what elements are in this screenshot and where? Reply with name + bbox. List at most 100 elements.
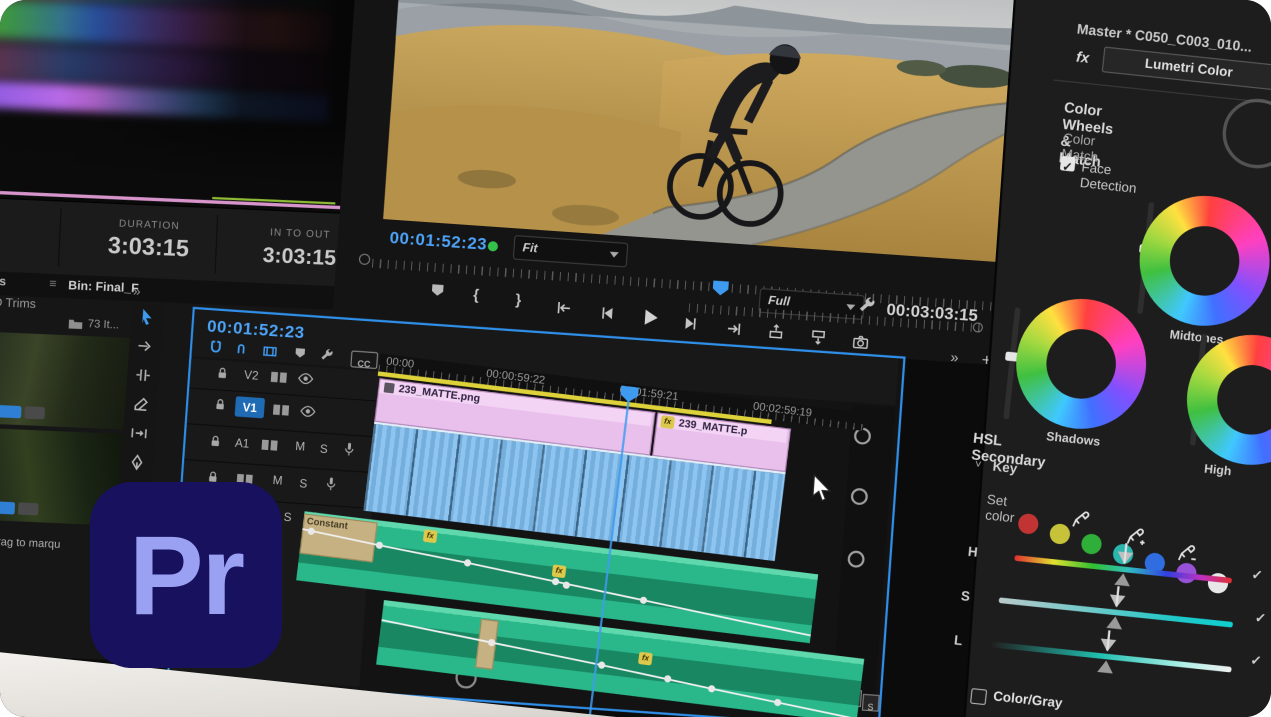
effect-name: Lumetri Color [1144, 55, 1233, 80]
track-label-v2[interactable]: V2 [244, 369, 259, 383]
folder-icon [67, 317, 83, 330]
zoom-level-value: Full [768, 294, 791, 309]
selection-tool-icon[interactable] [138, 307, 157, 326]
settings-wrench-icon[interactable] [857, 295, 877, 315]
fit-dropdown[interactable]: Fit [513, 235, 629, 268]
premiere-screenshot-frame: 178 153 128 102 76 51 26 MASTER 23 DURAT… [0, 0, 1271, 717]
snap-icon[interactable] [207, 339, 224, 356]
record-indicator [488, 241, 499, 252]
key-label[interactable]: Key [992, 458, 1018, 476]
chevron-down-icon[interactable]: ˅ [974, 459, 982, 472]
slip-tool-icon[interactable] [130, 424, 149, 443]
clip-thumbnail[interactable] [0, 332, 134, 430]
usage-badge [0, 501, 15, 514]
tab-overflow[interactable]: » [133, 283, 141, 299]
linked-selection-icon[interactable] [234, 341, 251, 358]
mute-button[interactable]: M [272, 474, 283, 488]
mark-in-icon[interactable]: { [473, 286, 480, 303]
checkmark-icon: ✓ [1250, 652, 1263, 669]
ruler-knob-icon[interactable] [359, 253, 371, 265]
marker-icon[interactable] [292, 345, 308, 361]
luma-slider-handle[interactable] [1096, 638, 1117, 673]
cc-badge[interactable]: CC [350, 350, 378, 369]
mute-button[interactable]: M [295, 440, 306, 454]
matte-icon [384, 382, 395, 393]
saturation-slider-handle[interactable] [1105, 594, 1126, 629]
premiere-pro-logo-text: Pr [129, 511, 243, 640]
color-gray-checkbox[interactable] [970, 688, 987, 705]
solo-button[interactable]: S [299, 477, 308, 491]
pen-tool-icon[interactable] [127, 453, 146, 472]
hue-slider-handle[interactable] [1113, 551, 1134, 586]
divider [58, 208, 62, 266]
export-frame-icon[interactable] [851, 333, 870, 352]
luma-label: L [953, 632, 963, 648]
lock-icon[interactable] [215, 366, 231, 382]
wrench-icon[interactable] [319, 347, 335, 363]
track-label-a1[interactable]: A1 [234, 437, 249, 451]
program-video-preview[interactable] [383, 0, 1048, 264]
premiere-pro-logo: Pr [90, 482, 282, 668]
marker-icon[interactable] [428, 281, 447, 300]
timeline-tracks-area: 00:00 00:00:59:22 00:01:59:21 00:02:59:1… [339, 354, 869, 717]
set-color-label: Set color [985, 491, 1017, 525]
chevron-down-icon [609, 251, 618, 257]
step-back-icon[interactable] [597, 304, 616, 323]
razor-tool-icon[interactable] [132, 395, 151, 414]
fx-badge[interactable]: fx [660, 415, 675, 429]
eye-icon[interactable] [300, 404, 317, 419]
mark-out-icon[interactable]: } [515, 291, 522, 308]
lock-icon[interactable] [212, 397, 228, 413]
fx-symbol: fx [1075, 48, 1090, 66]
panel-overflow[interactable]: » [950, 349, 959, 366]
usage-badge [0, 405, 22, 418]
codec-badge [18, 502, 39, 515]
fit-dropdown-value: Fit [522, 241, 538, 255]
item-count: 73 It... [88, 318, 120, 332]
extract-icon[interactable] [809, 327, 828, 346]
duration-value: 3:03:15 [75, 231, 222, 264]
nested-sequence-icon[interactable] [261, 343, 279, 360]
tab-trims[interactable]: Trims [0, 274, 6, 289]
go-to-out-icon[interactable] [724, 319, 743, 338]
track-badge-v1[interactable]: V1 [235, 396, 265, 418]
eyedropper-icon[interactable] [1069, 507, 1094, 532]
track-select-tool-icon[interactable] [136, 337, 155, 356]
duration-label: DURATION [76, 216, 222, 234]
eye-icon[interactable] [297, 371, 314, 386]
track-label-v1: V1 [242, 401, 257, 415]
panel-menu-icon[interactable]: ≡ [49, 277, 57, 291]
mic-icon[interactable] [324, 475, 339, 493]
step-forward-icon[interactable] [682, 314, 701, 333]
chevron-down-icon [846, 304, 855, 310]
checkmark-icon: ✓ [1062, 160, 1074, 174]
program-timecode[interactable]: 00:01:52:23 [389, 229, 488, 255]
program-monitor-panel: 00:01:52:23 Fit { } Full 00:03:03:15 » [332, 0, 1035, 366]
ruler-knob-icon[interactable] [972, 322, 983, 333]
solo-button[interactable]: S [283, 511, 292, 525]
mic-icon[interactable] [342, 441, 357, 459]
source-patch-icon[interactable] [271, 371, 288, 384]
program-playhead-icon[interactable] [712, 280, 729, 296]
ripple-edit-tool-icon[interactable] [134, 366, 153, 385]
face-detection-checkbox[interactable]: ✓ [1060, 156, 1076, 172]
mouse-cursor-icon [810, 474, 837, 505]
lumetri-scopes-panel [0, 0, 374, 213]
play-icon[interactable] [639, 307, 661, 329]
lock-icon[interactable] [208, 434, 224, 450]
face-detection-label: Face Detection [1079, 159, 1139, 196]
hue-label: H [967, 544, 978, 561]
checkmark-icon: ✓ [1254, 610, 1267, 627]
lift-icon[interactable] [766, 322, 785, 341]
eyedropper-remove-icon[interactable] [1175, 541, 1200, 566]
cc-label: CC [357, 359, 371, 370]
saturation-label: S [960, 588, 971, 605]
source-patch-icon[interactable] [273, 403, 290, 416]
status-hint: e and drag to marqu [0, 535, 61, 552]
codec-badge [24, 406, 45, 419]
go-to-in-icon[interactable] [555, 298, 574, 317]
solo-button[interactable]: S [319, 443, 328, 457]
solo-badge[interactable]: S [862, 694, 880, 712]
solo-badge-label: S [867, 702, 874, 712]
source-patch-icon[interactable] [261, 438, 278, 451]
